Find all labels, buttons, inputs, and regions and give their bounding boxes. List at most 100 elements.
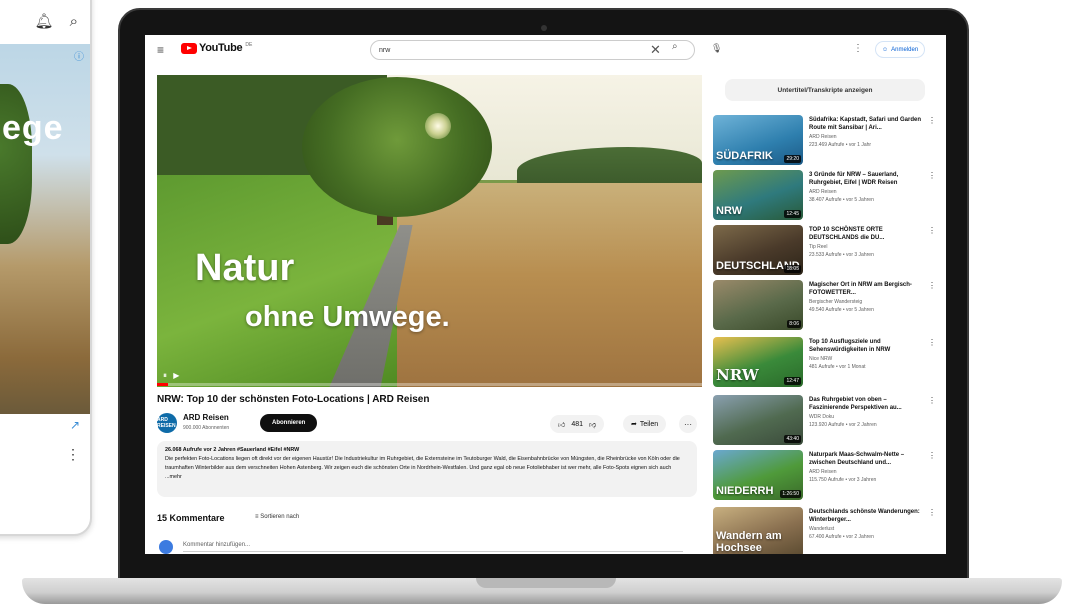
related-video-thumbnail[interactable]: 43:40 xyxy=(713,395,803,445)
more-actions-button[interactable]: ··· xyxy=(679,415,697,433)
channel-name[interactable]: ARD Reisen xyxy=(183,413,229,422)
video-duration: 8:06 xyxy=(787,320,801,328)
related-video-title[interactable]: Deutschlands schönste Wanderungen: Winte… xyxy=(809,508,927,524)
search-input[interactable]: nrw xyxy=(370,40,695,60)
description-text: Die perfekten Foto-Locations liegen oft … xyxy=(165,456,680,480)
related-video-item[interactable]: NRW 12:45 3 Gründe für NRW – Sauerland, Ru… xyxy=(713,170,938,220)
video-tree-crown xyxy=(302,77,492,217)
related-video-thumbnail[interactable]: NRW 12:45 xyxy=(713,170,803,220)
related-video-title[interactable]: TOP 10 SCHÖNSTE ORTE DEUTSCHLANDS die DU… xyxy=(809,226,927,242)
related-video-item[interactable]: 43:40 Das Ruhrgebiet von oben – Faszinier… xyxy=(713,395,938,445)
more-vert-icon[interactable]: ⋮ xyxy=(928,451,936,460)
comment-input[interactable]: Kommentar hinzufügen... xyxy=(183,542,683,552)
thumbnail-label: NRW xyxy=(716,205,743,217)
related-video-channel[interactable]: Tip Reel xyxy=(809,244,827,250)
related-video-channel[interactable]: Wanderlust xyxy=(809,526,834,532)
video-duration: 18:05 xyxy=(784,265,801,273)
more-vert-icon[interactable]: ⋮ xyxy=(928,116,936,125)
related-video-title[interactable]: 3 Gründe für NRW – Sauerland, Ruhrgebiet… xyxy=(809,171,927,187)
thumbnail-label: Wandern am Hochsee xyxy=(716,530,782,554)
related-video-stats: 67.400 Aufrufe • vor 2 Jahren xyxy=(809,534,874,540)
related-video-item[interactable]: NRW 12:47 Top 10 Ausflugsziele und Sehensw… xyxy=(713,337,938,387)
signin-button[interactable]: ☺ Anmelden xyxy=(875,41,926,58)
related-video-thumbnail[interactable]: NIEDERRH 1:26:50 xyxy=(713,450,803,500)
more-vert-icon[interactable]: ⋮ xyxy=(928,281,936,290)
external-link-icon[interactable]: ↗ xyxy=(70,418,80,432)
sort-icon: ≡ xyxy=(255,514,259,520)
more-vert-icon[interactable]: ⋮ xyxy=(928,338,936,347)
youtube-logo[interactable]: YouTube DE xyxy=(181,42,252,54)
more-vert-icon[interactable]: ⋮ xyxy=(928,396,936,405)
video-duration: 29:20 xyxy=(784,155,801,163)
related-video-channel[interactable]: ARD Reisen xyxy=(809,469,837,475)
phone-thumb-tree xyxy=(0,84,32,244)
related-video-stats: 123.920 Aufrufe • vor 2 Jahren xyxy=(809,422,877,428)
related-video-title[interactable]: Naturpark Maas-Schwalm-Nette – zwischen … xyxy=(809,451,927,467)
related-video-item[interactable]: NIEDERRH 1:26:50 Naturpark Maas-Schwalm-Ne… xyxy=(713,450,938,500)
search-icon[interactable]: ⌕ xyxy=(70,13,78,30)
related-video-stats: 49.540 Aufrufe • vor 5 Jahren xyxy=(809,307,874,313)
related-video-channel[interactable]: Bergischer Wandersteig xyxy=(809,299,862,305)
video-progress-bar[interactable] xyxy=(157,383,702,386)
phone-video-thumbnail[interactable]: ege ⓘ xyxy=(0,44,90,414)
related-video-title[interactable]: Südafrika: Kapstadt, Safari und Garden R… xyxy=(809,116,927,132)
dislike-icon[interactable]: 👎︎ xyxy=(589,420,596,429)
video-duration: 12:45 xyxy=(784,210,801,218)
related-video-stats: 23.533 Aufrufe • vor 3 Jahren xyxy=(809,252,874,258)
microphone-icon[interactable]: 🎙︎ xyxy=(711,43,722,54)
info-icon[interactable]: ⓘ xyxy=(74,48,84,63)
like-dislike-group: 👍︎ 481 👎︎ xyxy=(550,415,605,433)
related-video-title[interactable]: Magischer Ort in NRW am Bergisch-FOTOWET… xyxy=(809,281,927,297)
related-video-title[interactable]: Top 10 Ausflugsziele und Sehenswürdigkei… xyxy=(809,338,927,354)
video-overlay-line2: ohne Umwege. xyxy=(245,301,450,333)
video-duration: 43:40 xyxy=(784,435,801,443)
search-button-icon[interactable]: ⌕ xyxy=(672,41,678,52)
related-video-thumbnail[interactable]: Wandern am Hochsee xyxy=(713,507,803,554)
related-video-channel[interactable]: ARD Reisen xyxy=(809,189,837,195)
video-title: NRW: Top 10 der schönsten Foto-Locations… xyxy=(157,394,430,405)
commenter-avatar xyxy=(159,540,173,554)
related-video-channel[interactable]: WDR Doku xyxy=(809,414,834,420)
related-video-channel[interactable]: ARD Reisen xyxy=(809,134,837,140)
sort-label: Sortieren nach xyxy=(260,514,300,520)
video-duration: 12:47 xyxy=(784,377,801,385)
related-video-item[interactable]: Wandern am Hochsee Deutschlands schönste … xyxy=(713,507,938,554)
clear-search-icon[interactable]: ✕ xyxy=(650,42,661,58)
video-progress-fill xyxy=(157,383,168,386)
related-video-thumbnail[interactable]: SÜDAFRIK 29:20 xyxy=(713,115,803,165)
hamburger-menu-icon[interactable]: ≡ xyxy=(157,43,164,57)
related-video-channel[interactable]: Nice NRW xyxy=(809,356,832,362)
laptop-notch xyxy=(476,578,616,588)
thumbnail-label: SÜDAFRIK xyxy=(716,150,773,162)
like-icon[interactable]: 👍︎ xyxy=(558,420,565,429)
related-video-title[interactable]: Das Ruhrgebiet von oben – Faszinierende … xyxy=(809,396,927,412)
sort-comments-button[interactable]: ≡ Sortieren nach xyxy=(255,514,299,520)
video-player[interactable]: Natur ohne Umwege. ⏸︎ ▶︎ xyxy=(157,75,702,387)
more-vert-icon[interactable]: ⋮ xyxy=(66,446,80,463)
play-pause-icon[interactable]: ⏸︎ ▶︎ xyxy=(163,371,181,381)
video-description[interactable]: 26.068 Aufrufe vor 2 Jahren #Sauerland #… xyxy=(157,441,697,497)
bell-icon[interactable]: 🔔︎ xyxy=(35,12,54,30)
settings-more-icon[interactable]: ⋮ xyxy=(853,43,863,54)
channel-avatar[interactable]: ARD REISEN xyxy=(157,413,177,433)
related-video-thumbnail[interactable]: NRW 12:47 xyxy=(713,337,803,387)
related-video-item[interactable]: 8:06 Magischer Ort in NRW am Bergisch-FOT… xyxy=(713,280,938,330)
related-video-item[interactable]: SÜDAFRIK 29:20 Südafrika: Kapstadt, Safari… xyxy=(713,115,938,165)
user-icon: ☺ xyxy=(882,46,889,53)
share-icon: ➦ xyxy=(631,421,637,428)
more-vert-icon[interactable]: ⋮ xyxy=(928,226,936,235)
more-vert-icon[interactable]: ⋮ xyxy=(928,508,936,517)
sidebar-chip[interactable]: Untertitel/Transkripte anzeigen xyxy=(725,79,925,101)
more-vert-icon[interactable]: ⋮ xyxy=(928,171,936,180)
share-button[interactable]: ➦ Teilen xyxy=(623,415,667,433)
subscribe-button[interactable]: Abonnieren xyxy=(260,414,318,432)
phone-device: 🔔︎ ⌕ ege ⓘ ↗ ⋮ xyxy=(0,0,92,536)
related-video-thumbnail[interactable]: 8:06 xyxy=(713,280,803,330)
related-video-item[interactable]: DEUTSCHLAND 18:05 TOP 10 SCHÖNSTE ORTE DEU… xyxy=(713,225,938,275)
phone-overlay-text: ege xyxy=(2,109,64,147)
phone-toolbar: 🔔︎ ⌕ xyxy=(0,2,90,40)
video-overlay-line1: Natur xyxy=(195,247,295,289)
thumbnail-label: NIEDERRH xyxy=(716,485,774,497)
related-video-thumbnail[interactable]: DEUTSCHLAND 18:05 xyxy=(713,225,803,275)
channel-subscribers: 900.000 Abonnenten xyxy=(183,425,230,431)
